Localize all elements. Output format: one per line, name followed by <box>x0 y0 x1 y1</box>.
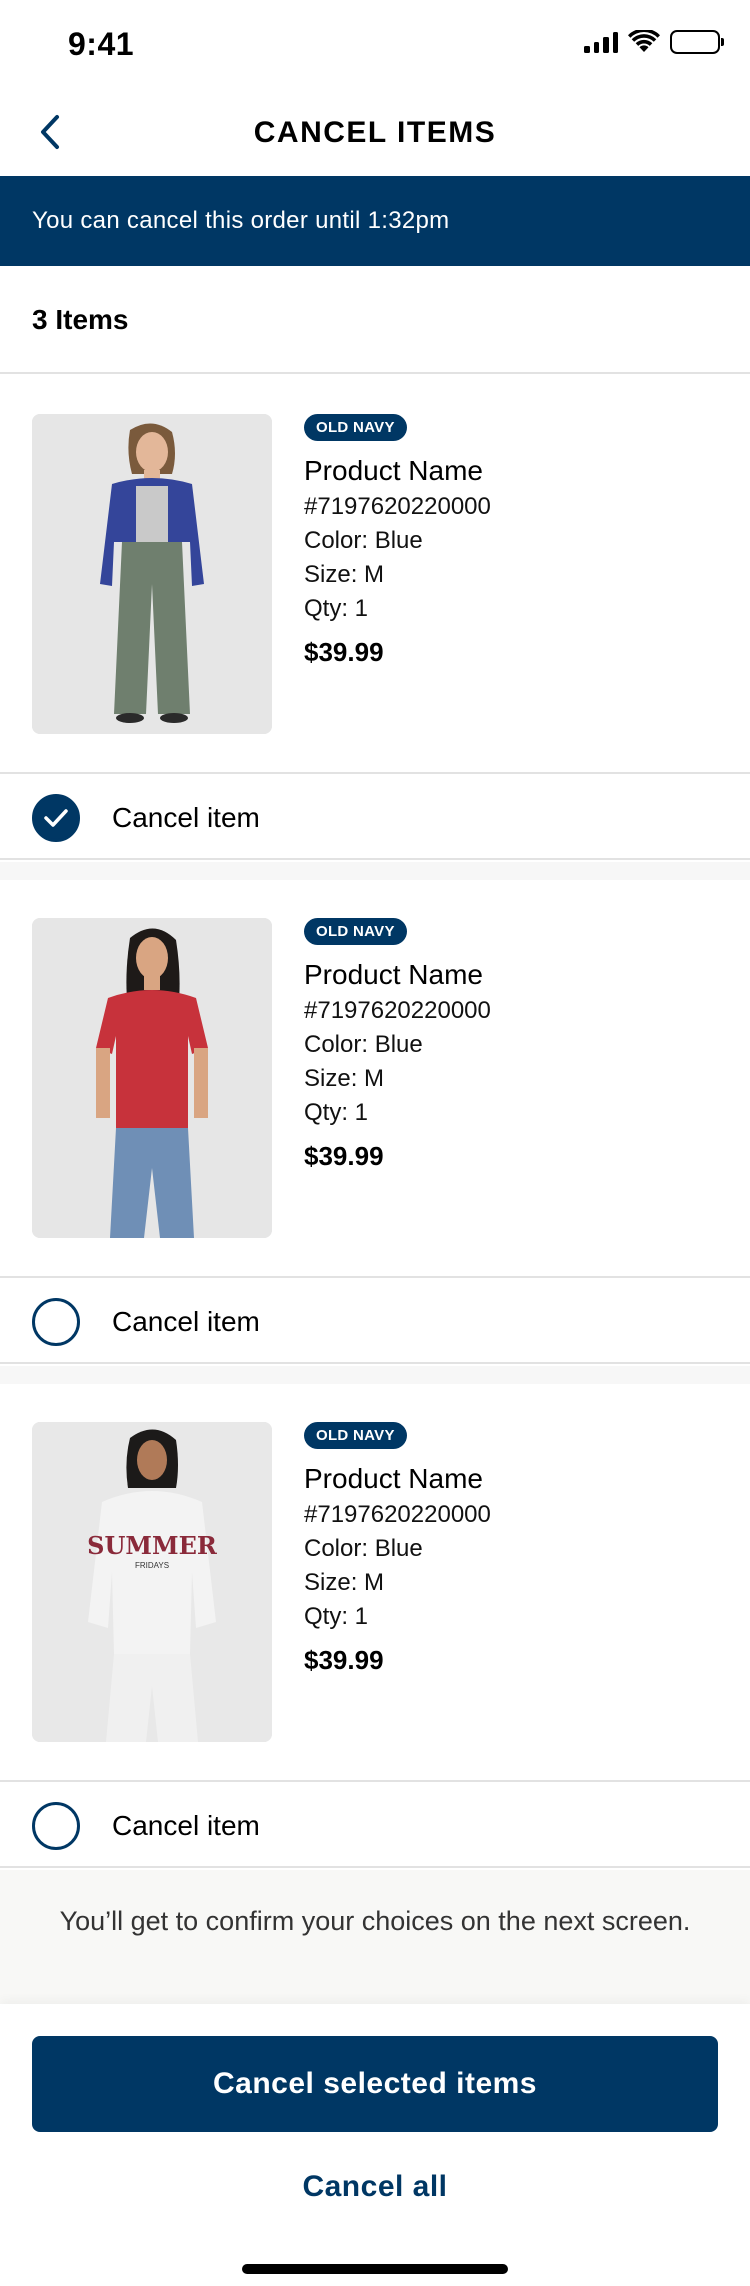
brand-badge: OLD NAVY <box>304 414 407 441</box>
action-footer: Cancel selected items Cancel all <box>0 2004 750 2286</box>
cellular-signal-icon <box>584 31 618 53</box>
product-photo-model-hoodie: SUMMER FRIDAYS <box>32 1422 272 1742</box>
brand-badge: OLD NAVY <box>304 1422 407 1449</box>
cancel-item-label: Cancel item <box>112 802 260 833</box>
product-size: Size: M <box>304 561 385 588</box>
product-color: Color: Blue <box>304 527 423 554</box>
product-info: OLD NAVY Product Name #7197620220000 Col… <box>304 414 491 668</box>
checkbox-unchecked[interactable] <box>32 1802 80 1850</box>
product-image <box>32 918 272 1238</box>
order-item: SUMMER FRIDAYS OLD NAVY Product Name #71… <box>0 1382 750 1764</box>
product-price: $39.99 <box>304 1645 384 1675</box>
home-indicator <box>242 2264 508 2274</box>
product-qty: Qty: 1 <box>304 595 369 622</box>
product-photo-model-jacket <box>32 414 272 734</box>
product-image <box>32 414 272 734</box>
product-sku: #7197620220000 <box>304 997 491 1024</box>
brand-badge: OLD NAVY <box>304 918 407 945</box>
product-sku: #7197620220000 <box>304 1501 491 1528</box>
order-item: OLD NAVY Product Name #7197620220000 Col… <box>0 374 750 756</box>
product-image: SUMMER FRIDAYS <box>32 1422 272 1742</box>
cancel-item-toggle[interactable]: Cancel item <box>0 772 750 860</box>
hoodie-print-title: SUMMER <box>87 1531 218 1560</box>
checkmark-icon <box>44 809 68 827</box>
product-color: Color: Blue <box>304 1535 423 1562</box>
cancel-all-button[interactable]: Cancel all <box>0 2170 750 2204</box>
nav-bar: CANCEL ITEMS <box>0 88 750 176</box>
product-color: Color: Blue <box>304 1031 423 1058</box>
product-info: OLD NAVY Product Name #7197620220000 Col… <box>304 918 491 1172</box>
status-icons <box>584 30 724 54</box>
product-size: Size: M <box>304 1065 385 1092</box>
status-time: 9:41 <box>68 26 135 62</box>
confirmation-note-text: You’ll get to confirm your choices on th… <box>59 1906 691 1936</box>
item-count-row: 3 Items <box>0 266 750 374</box>
product-qty: Qty: 1 <box>304 1099 369 1126</box>
wifi-icon <box>628 30 660 52</box>
product-qty: Qty: 1 <box>304 1603 369 1630</box>
cancel-item-toggle[interactable]: Cancel item <box>0 1780 750 1868</box>
product-info: OLD NAVY Product Name #7197620220000 Col… <box>304 1422 491 1676</box>
order-item: OLD NAVY Product Name #7197620220000 Col… <box>0 878 750 1260</box>
product-name: Product Name <box>304 455 483 486</box>
confirmation-note: You’ll get to confirm your choices on th… <box>0 1870 750 2004</box>
product-price: $39.99 <box>304 637 384 667</box>
status-bar: 9:41 <box>0 0 750 88</box>
item-count: 3 Items <box>32 304 129 335</box>
product-name: Product Name <box>304 959 483 990</box>
cancel-selected-items-button[interactable]: Cancel selected items <box>32 2036 718 2132</box>
hoodie-print-subtitle: FRIDAYS <box>135 1561 169 1570</box>
product-name: Product Name <box>304 1463 483 1494</box>
cancel-item-label: Cancel item <box>112 1306 260 1337</box>
battery-icon <box>670 30 724 54</box>
page-title: CANCEL ITEMS <box>253 116 497 149</box>
product-price: $39.99 <box>304 1141 384 1171</box>
checkbox-checked[interactable] <box>32 794 80 842</box>
checkbox-unchecked[interactable] <box>32 1298 80 1346</box>
product-sku: #7197620220000 <box>304 493 491 520</box>
cancel-deadline-banner: You can cancel this order until 1:32pm <box>0 176 750 266</box>
cancel-item-toggle[interactable]: Cancel item <box>0 1276 750 1364</box>
cancel-item-label: Cancel item <box>112 1810 260 1841</box>
product-photo-model-tshirt <box>32 918 272 1238</box>
product-size: Size: M <box>304 1569 385 1596</box>
